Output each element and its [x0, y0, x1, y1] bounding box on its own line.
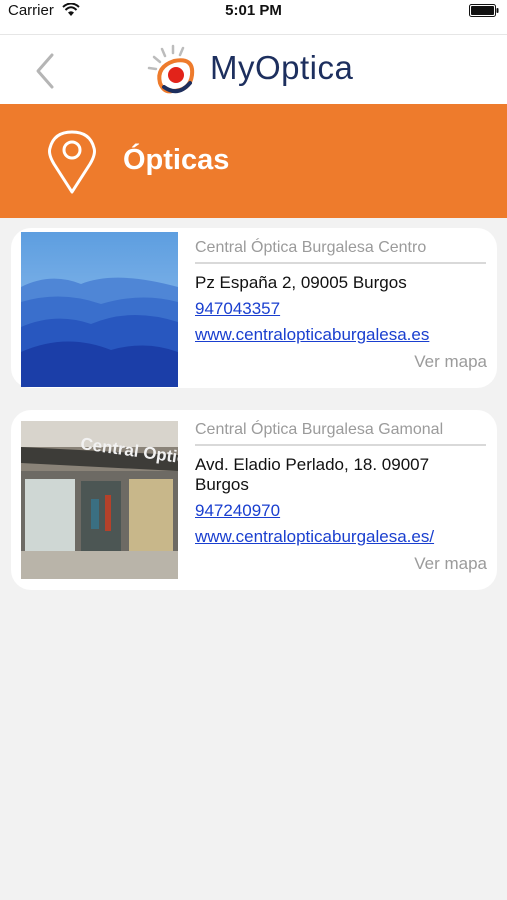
store-photo: Central Optic — [21, 421, 178, 579]
navigation-bar: MyOptica — [0, 34, 507, 104]
myoptica-logo-icon — [147, 44, 195, 94]
view-map-button[interactable]: Ver mapa — [414, 554, 487, 574]
store-info: Central Óptica Burgalesa Centro Pz Españ… — [195, 228, 486, 345]
status-bar: Carrier 5:01 PM — [0, 0, 507, 34]
store-name: Central Óptica Burgalesa Centro — [195, 228, 486, 264]
back-chevron-icon[interactable] — [30, 51, 60, 91]
store-phone-link[interactable]: 947240970 — [195, 501, 486, 521]
section-title: Ópticas — [123, 144, 230, 176]
store-card[interactable]: Central Óptica Burgalesa Centro Pz Españ… — [11, 228, 497, 388]
app-title: MyOptica — [210, 49, 354, 86]
clock: 5:01 PM — [225, 2, 282, 19]
store-name: Central Óptica Burgalesa Gamonal — [195, 410, 486, 446]
storefront-image: Central Optic — [21, 421, 178, 579]
store-address: Avd. Eladio Perlado, 18. 09007 Burgos — [195, 455, 430, 494]
store-info: Central Óptica Burgalesa Gamonal Avd. El… — [195, 410, 486, 547]
view-map-button[interactable]: Ver mapa — [414, 352, 487, 372]
store-website-link[interactable]: www.centralopticaburgalesa.es — [195, 325, 486, 345]
store-website-link[interactable]: www.centralopticaburgalesa.es/ — [195, 527, 486, 547]
section-header: Ópticas — [0, 104, 507, 218]
location-pin-icon — [48, 130, 96, 194]
battery-icon — [469, 4, 499, 17]
store-phone-link[interactable]: 947043357 — [195, 299, 486, 319]
store-address: Pz España 2, 09005 Burgos — [195, 273, 407, 292]
mountain-landscape-image — [21, 232, 178, 387]
store-card[interactable]: Central Optic Central Óptica Burgalesa G… — [11, 410, 497, 590]
store-photo — [21, 232, 178, 387]
